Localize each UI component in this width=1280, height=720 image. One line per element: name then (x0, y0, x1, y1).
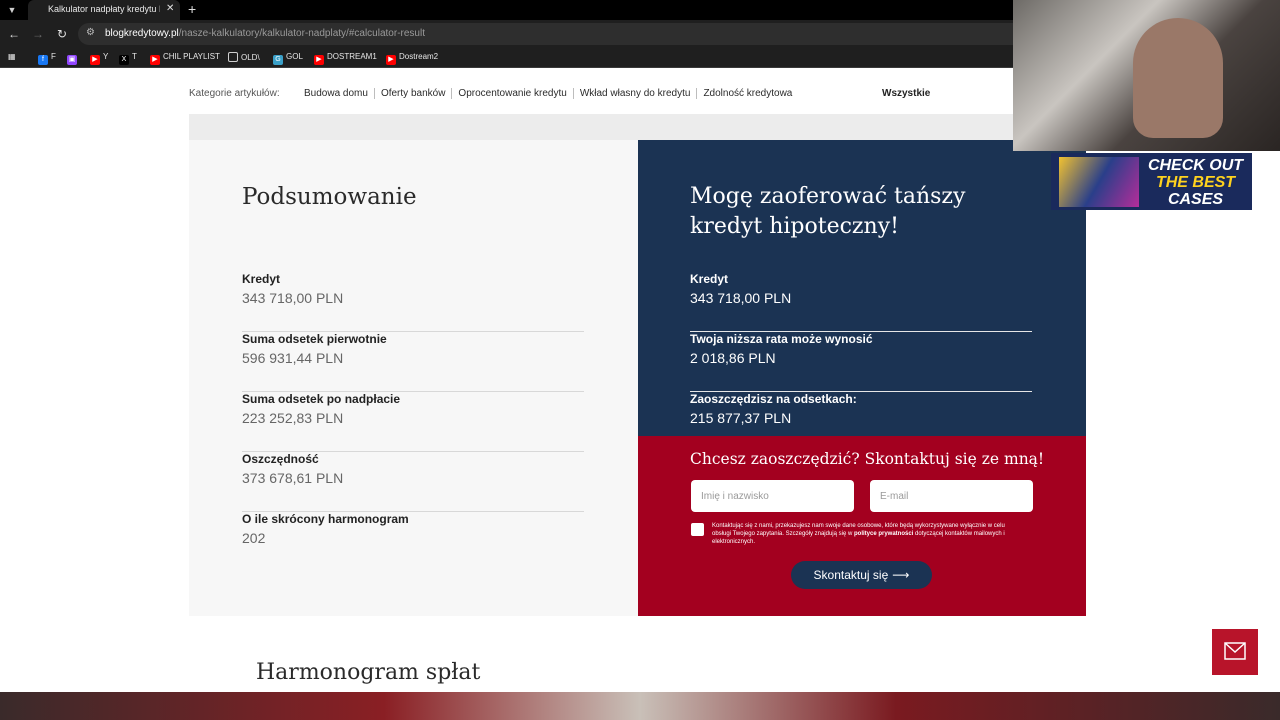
summary-row-value: 343 718,00 PLN (242, 290, 344, 306)
summary-row-value: 596 931,44 PLN (242, 350, 344, 366)
address-bar[interactable]: ⚙ blogkredytowy.pl/nasze-kalkulatory/kal… (78, 23, 1028, 45)
summary-row: Oszczędność 373 678,61 PLN (242, 452, 584, 512)
summary-row-label: Suma odsetek po nadpłacie (242, 392, 401, 406)
contact-button[interactable]: Skontaktuj się ⟶ (791, 561, 932, 589)
offer-row-label: Kredyt (690, 272, 729, 286)
tab-search-icon[interactable]: ▼ (4, 2, 20, 18)
bookmark-item[interactable]: OLD\ (228, 52, 260, 62)
consent-checkbox[interactable] (691, 523, 704, 536)
webcam-bottom-overlay (0, 692, 1280, 720)
summary-row-label: O ile skrócony harmonogram (242, 512, 409, 526)
bookmark-item[interactable]: ▶ DOSTREAM1 (314, 52, 377, 65)
summary-row-label: Kredyt (242, 272, 281, 286)
promo-banner[interactable]: CHECK OUT THE BEST CASES (1051, 153, 1252, 210)
summary-card: Podsumowanie Kredyt 343 718,00 PLN Suma … (189, 140, 638, 616)
offer-row-label: Twoja niższa rata może wynosić (690, 332, 873, 346)
apps-icon[interactable]: ▦ (8, 52, 16, 61)
tab-title: Kalkulator nadpłaty kredytu hip (48, 4, 160, 14)
summary-row: Suma odsetek pierwotnie 596 931,44 PLN (242, 332, 584, 392)
bookmark-item[interactable]: G GOL (273, 52, 303, 65)
twitch-icon: ▣ (67, 55, 77, 65)
bookmark-item[interactable]: fF (38, 52, 56, 65)
summary-row-label: Oszczędność (242, 452, 319, 466)
category-link[interactable]: Zdolność kredytowa (697, 88, 798, 99)
youtube-icon: ▶ (314, 55, 324, 65)
schedule-title: Harmonogram spłat (256, 660, 481, 685)
mail-contact-button[interactable] (1212, 629, 1258, 675)
facebook-icon: f (38, 55, 48, 65)
new-tab-icon[interactable]: + (188, 1, 196, 17)
summary-row: Kredyt 343 718,00 PLN (242, 272, 584, 332)
summary-row-label: Suma odsetek pierwotnie (242, 332, 387, 346)
summary-row: O ile skrócony harmonogram 202 (242, 512, 584, 572)
summary-row-value: 202 (242, 530, 266, 546)
bookmark-item[interactable]: ▶ Y (90, 52, 108, 65)
offer-row-value: 343 718,00 PLN (690, 290, 792, 306)
privacy-policy-link[interactable]: polityce prywatności (854, 531, 913, 537)
gol-icon: G (273, 55, 283, 65)
contact-title: Chcesz zaoszczędzić? Skontaktuj się ze m… (690, 450, 1045, 468)
consent-text: Kontaktując się z nami, przekazujesz nam… (712, 523, 1005, 545)
folder-icon (228, 52, 238, 62)
arrow-right-icon: ⟶ (892, 568, 910, 582)
streamer-image (1133, 18, 1223, 138)
reload-icon[interactable]: ↻ (54, 26, 70, 42)
close-tab-icon[interactable]: ✕ (166, 3, 174, 14)
youtube-icon: ▶ (150, 55, 160, 65)
screen: ▼ Kalkulator nadpłaty kredytu hip ✕ + ← … (0, 0, 1280, 720)
bookmark-item[interactable]: ▶ Dostream2 (386, 52, 438, 65)
category-link[interactable]: Wkład własny do kredytu (573, 88, 698, 99)
category-label: Kategorie artykułów: (189, 88, 280, 99)
promo-art (1059, 157, 1139, 207)
contact-form: Chcesz zaoszczędzić? Skontaktuj się ze m… (638, 436, 1086, 616)
site-info-icon[interactable]: ⚙ (86, 27, 95, 38)
offer-card: Mogę zaoferować tańszy kredyt hipoteczny… (638, 140, 1086, 436)
youtube-icon: ▶ (90, 55, 100, 65)
category-link[interactable]: Oprocentowanie kredytu (452, 88, 574, 99)
category-link[interactable]: Budowa domu (298, 88, 375, 99)
offer-row-value: 2 018,86 PLN (690, 350, 776, 366)
category-links: Budowa domu Oferty banków Oprocentowanie k… (298, 88, 798, 99)
offer-row-label: Zaoszczędzisz na odsetkach: (690, 392, 857, 406)
envelope-icon (1224, 642, 1246, 660)
offer-row-value: 215 877,37 PLN (690, 410, 792, 426)
bookmark-item[interactable]: ▣ (67, 52, 80, 65)
bookmark-item[interactable]: XT (119, 52, 137, 65)
email-input[interactable] (870, 480, 1033, 512)
offer-row: Kredyt 343 718,00 PLN (690, 272, 1032, 332)
offer-row: Twoja niższa rata może wynosić 2 018,86 … (690, 332, 1032, 392)
name-input[interactable] (691, 480, 854, 512)
x-icon: X (119, 55, 129, 65)
promo-text: CHECK OUT THE BEST CASES (1147, 157, 1244, 208)
offer-title: Mogę zaoferować tańszy kredyt hipoteczny… (690, 184, 966, 239)
section-divider (189, 114, 1086, 140)
back-icon[interactable]: ← (6, 26, 22, 42)
summary-row: Suma odsetek po nadpłacie 223 252,83 PLN (242, 392, 584, 452)
summary-row-value: 373 678,61 PLN (242, 470, 344, 486)
browser-tab[interactable]: Kalkulator nadpłaty kredytu hip ✕ (28, 0, 180, 20)
url-text: blogkredytowy.pl/nasze-kalkulatory/kalku… (105, 28, 425, 39)
category-link[interactable]: Oferty banków (374, 88, 453, 99)
youtube-icon: ▶ (386, 55, 396, 65)
bookmark-item[interactable]: ▶ CHIL PLAYLIST (150, 52, 220, 65)
forward-icon[interactable]: → (30, 26, 46, 42)
summary-title: Podsumowanie (242, 184, 417, 210)
summary-row-value: 223 252,83 PLN (242, 410, 344, 426)
webcam-overlay (1013, 0, 1280, 151)
all-categories-link[interactable]: Wszystkie (882, 88, 930, 99)
